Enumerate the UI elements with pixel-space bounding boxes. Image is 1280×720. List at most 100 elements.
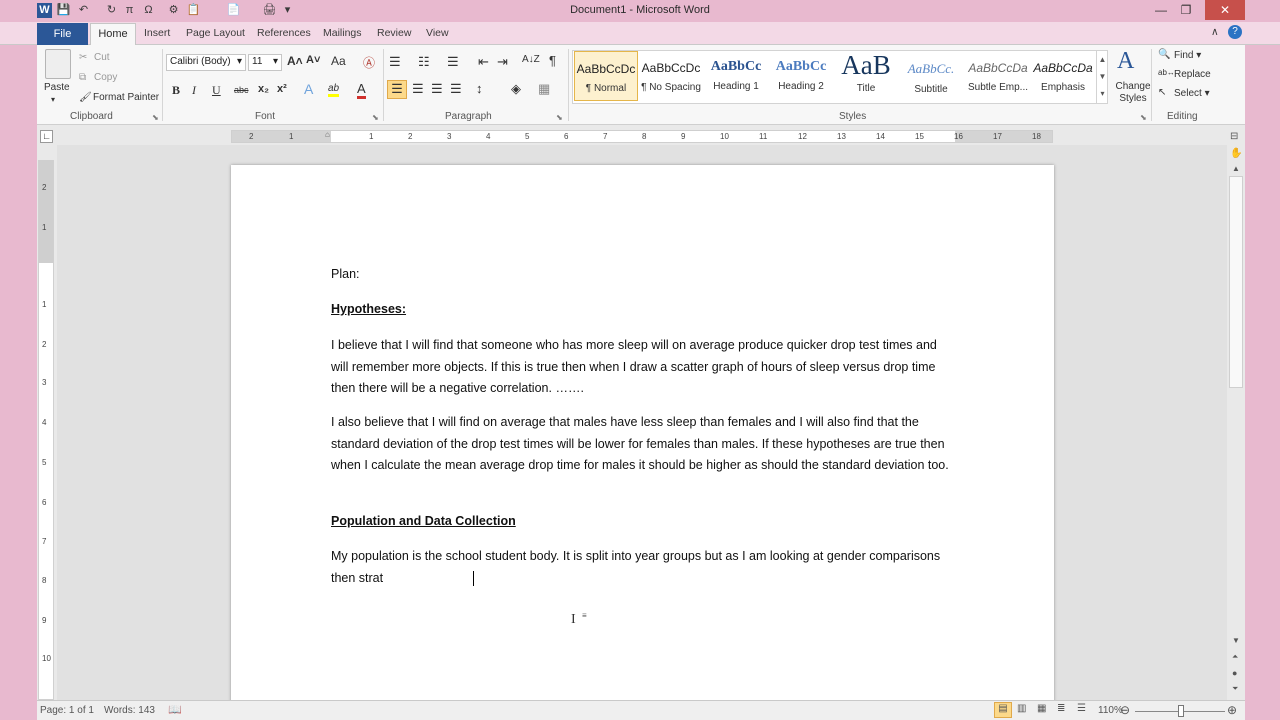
- zoom-out-icon[interactable]: ⊖: [1120, 703, 1130, 717]
- window-frame-left: [0, 22, 37, 720]
- styles-launcher-icon[interactable]: ⬊: [1140, 113, 1147, 122]
- text-effects-icon[interactable]: A: [304, 81, 313, 97]
- paste-button[interactable]: Paste: [44, 82, 70, 93]
- page-count-status[interactable]: Page: 1 of 1: [40, 705, 94, 716]
- paste-dropdown-icon[interactable]: ▾: [51, 95, 55, 104]
- web-layout-icon[interactable]: ▦: [1037, 703, 1046, 714]
- cut-button[interactable]: Cut: [94, 52, 110, 63]
- scroll-down-icon[interactable]: ▼: [1232, 636, 1240, 645]
- tab-mailings[interactable]: Mailings: [323, 27, 362, 39]
- draft-icon[interactable]: ☰: [1077, 703, 1086, 714]
- vertical-ruler-number: 2: [42, 340, 47, 349]
- format-painter-button[interactable]: Format Painter: [93, 92, 159, 103]
- tab-insert[interactable]: Insert: [144, 27, 170, 39]
- doc-plan-label[interactable]: Plan:: [331, 264, 956, 286]
- style-normal[interactable]: AaBbCcDc ¶ Normal: [574, 51, 638, 101]
- outline-icon[interactable]: ≣: [1057, 703, 1065, 714]
- tab-selector-icon[interactable]: ∟: [40, 130, 53, 143]
- paste-icon[interactable]: [45, 49, 71, 79]
- align-left-button[interactable]: ☰: [387, 80, 407, 99]
- grow-font-icon[interactable]: A˄: [287, 54, 303, 68]
- ruler-number: 13: [837, 132, 846, 141]
- style-heading-1[interactable]: AaBbCc Heading 1: [704, 51, 768, 101]
- align-right-button[interactable]: ☰: [431, 81, 443, 97]
- doc-heading-population[interactable]: Population and Data Collection: [331, 511, 956, 533]
- multilevel-list-icon[interactable]: ☰: [447, 54, 459, 70]
- tab-page-layout[interactable]: Page Layout: [186, 27, 245, 39]
- font-launcher-icon[interactable]: ⬊: [372, 113, 379, 122]
- select-button[interactable]: Select ▾: [1174, 88, 1210, 99]
- shading-icon[interactable]: ◈: [511, 81, 521, 97]
- style-no-spacing[interactable]: AaBbCcDc ¶ No Spacing: [639, 51, 703, 101]
- tab-review[interactable]: Review: [377, 27, 411, 39]
- style-emphasis[interactable]: AaBbCcDa Emphasis: [1031, 51, 1095, 101]
- print-layout-icon[interactable]: ▤: [994, 702, 1012, 718]
- subscript-button[interactable]: x₂: [258, 83, 269, 95]
- bullets-icon[interactable]: ☰: [389, 54, 401, 70]
- italic-button[interactable]: I: [192, 83, 196, 98]
- scroll-up-icon[interactable]: ▲: [1232, 164, 1240, 173]
- close-button[interactable]: ✕: [1205, 0, 1245, 20]
- next-page-icon[interactable]: ⏷: [1232, 684, 1238, 694]
- numbering-icon[interactable]: ☷: [418, 54, 430, 70]
- style-title[interactable]: AaB Title: [834, 51, 898, 101]
- shrink-font-icon[interactable]: A˅: [306, 54, 320, 66]
- align-center-button[interactable]: ☰: [412, 81, 424, 97]
- collapse-ribbon-icon[interactable]: ∧: [1211, 26, 1219, 38]
- hand-icon[interactable]: ✋: [1230, 148, 1242, 159]
- indent-marker-icon[interactable]: ⌂: [325, 130, 330, 139]
- styles-group-label: Styles: [839, 111, 867, 122]
- copy-button[interactable]: Copy: [94, 72, 117, 83]
- sort-icon[interactable]: A↓Z: [522, 54, 540, 65]
- doc-paragraph-1[interactable]: I believe that I will find that someone …: [331, 335, 956, 400]
- tab-view[interactable]: View: [426, 27, 449, 39]
- scroll-thumb[interactable]: [1229, 176, 1243, 388]
- justify-button[interactable]: ☰: [450, 81, 462, 97]
- tab-references[interactable]: References: [257, 27, 311, 39]
- style-subtle-emphasis[interactable]: AaBbCcDa Subtle Emp...: [966, 51, 1030, 101]
- show-formatting-icon[interactable]: ¶: [549, 53, 556, 68]
- find-button[interactable]: Find ▾: [1174, 50, 1201, 61]
- style-heading-2[interactable]: AaBbCc Heading 2: [769, 51, 833, 101]
- chevron-down-icon: ▾: [272, 56, 278, 67]
- clipboard-launcher-icon[interactable]: ⬊: [152, 113, 159, 122]
- doc-heading-hypotheses[interactable]: Hypotheses:: [331, 299, 956, 321]
- doc-paragraph-2[interactable]: I also believe that I will find on avera…: [331, 412, 956, 477]
- proofing-icon[interactable]: 📖: [168, 703, 182, 716]
- style-subtitle[interactable]: AaBbCc. Subtitle: [899, 51, 963, 101]
- clear-formatting-icon[interactable]: Ⓐ: [363, 54, 375, 71]
- view-ruler-icon[interactable]: ⊟: [1230, 131, 1238, 142]
- change-case-icon[interactable]: Aa: [331, 54, 346, 68]
- change-styles-icon[interactable]: A: [1117, 48, 1134, 75]
- font-name-select[interactable]: Calibri (Body) ▾: [166, 54, 246, 71]
- tab-file[interactable]: File: [37, 23, 88, 45]
- word-count-status[interactable]: Words: 143: [104, 705, 155, 716]
- previous-page-icon[interactable]: ⏶: [1232, 652, 1238, 662]
- strikethrough-button[interactable]: abc: [234, 85, 249, 95]
- browse-object-icon[interactable]: ●: [1232, 668, 1237, 678]
- select-label: Select: [1174, 88, 1202, 99]
- font-color-icon[interactable]: A: [357, 81, 366, 99]
- restore-button[interactable]: ❐: [1171, 0, 1201, 20]
- line-spacing-icon[interactable]: ↕: [476, 81, 483, 96]
- decrease-indent-icon[interactable]: ⇤: [478, 54, 489, 70]
- full-screen-reading-icon[interactable]: ▥: [1017, 703, 1026, 714]
- ruler-number: 1: [369, 132, 374, 141]
- tab-home[interactable]: Home: [90, 23, 136, 46]
- borders-icon[interactable]: ▦: [538, 81, 550, 97]
- paragraph-launcher-icon[interactable]: ⬊: [556, 113, 563, 122]
- font-size-select[interactable]: 11 ▾: [248, 54, 282, 71]
- styles-scroll-control[interactable]: ▲ ▼ ▾: [1096, 51, 1108, 103]
- increase-indent-icon[interactable]: ⇥: [497, 54, 508, 70]
- doc-paragraph-3[interactable]: My population is the school student body…: [331, 546, 956, 589]
- vertical-ruler-number: 6: [42, 498, 47, 507]
- change-styles-button[interactable]: Change Styles: [1113, 81, 1153, 105]
- underline-button[interactable]: U: [212, 83, 221, 98]
- help-icon[interactable]: ?: [1228, 25, 1242, 39]
- replace-button[interactable]: Replace: [1174, 69, 1211, 80]
- bold-button[interactable]: B: [172, 83, 180, 98]
- superscript-button[interactable]: x²: [277, 83, 287, 95]
- highlight-icon[interactable]: ab: [328, 83, 340, 97]
- zoom-slider-thumb[interactable]: [1178, 705, 1184, 717]
- zoom-in-icon[interactable]: ⊕: [1227, 703, 1237, 717]
